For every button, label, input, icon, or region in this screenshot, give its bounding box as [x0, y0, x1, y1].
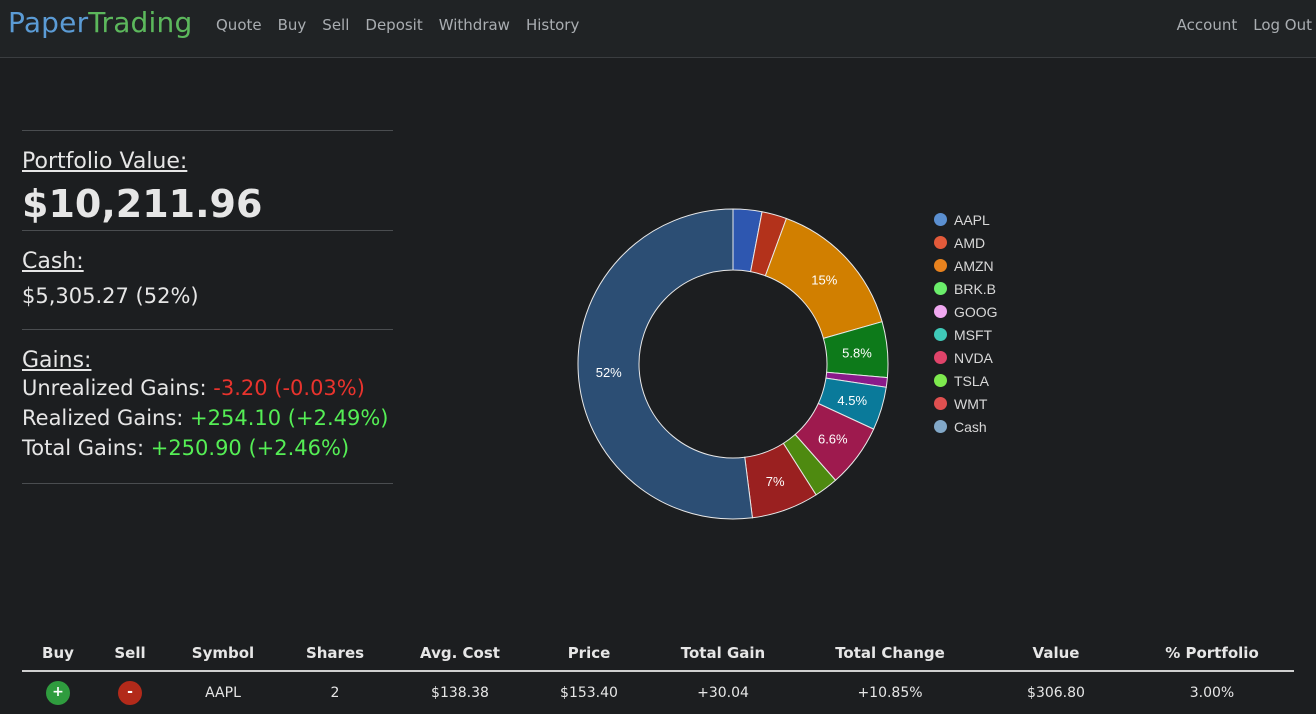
slice-label-nvda: 6.6% [818, 431, 848, 446]
legend-swatch [934, 282, 947, 295]
slice-label-wmt: 7% [766, 474, 785, 489]
legend-swatch [934, 328, 947, 341]
cash-label: Cash: [22, 249, 84, 274]
header-sell: Sell [94, 636, 166, 672]
legend-item-amzn[interactable]: AMZN [934, 254, 998, 277]
avg-cost-cell: $138.38 [431, 685, 489, 701]
slice-label-msft: 4.5% [837, 393, 867, 408]
legend-label: AMZN [954, 257, 994, 274]
unrealized-gains-row: Unrealized Gains: -3.20 (-0.03%) [22, 373, 393, 403]
legend-swatch [934, 420, 947, 433]
price-cell: $153.40 [560, 685, 618, 701]
legend-item-msft[interactable]: MSFT [934, 323, 998, 346]
shares-cell: 2 [330, 685, 340, 701]
nav-sell[interactable]: Sell [322, 16, 349, 34]
legend-label: Cash [954, 418, 987, 435]
divider [22, 483, 393, 484]
header-price: Price [530, 636, 648, 672]
legend-swatch [934, 213, 947, 226]
legend-label: WMT [954, 395, 988, 412]
slice-label-cash: 52% [596, 365, 622, 380]
portfolio-value: $10,211.96 [22, 182, 263, 226]
brand-trading: Trading [88, 6, 193, 39]
chart-legend: AAPL AMD AMZN BRK.B GOOG MSFT NVDA TSLA WMT Cash [934, 208, 998, 438]
total-gains-value: +250.90 (+2.46%) [150, 436, 350, 460]
value-cell: $306.80 [1027, 685, 1085, 701]
table-row: + - AAPL 2 $138.38 $153.40 +30.04 +10.85… [22, 671, 1294, 714]
total-gains-row: Total Gains: +250.90 (+2.46%) [22, 433, 393, 463]
total-gain-cell: +30.04 [697, 685, 749, 701]
legend-label: GOOG [954, 303, 998, 320]
nav-links: Quote Buy Sell Deposit Withdraw History [216, 16, 595, 34]
gains-label: Gains: [22, 348, 92, 373]
realized-gains-value: +254.10 (+2.49%) [190, 406, 389, 430]
cash-section: Cash: $5,305.27 (52%) [22, 231, 393, 329]
legend-swatch [934, 305, 947, 318]
holdings-table: Buy Sell Symbol Shares Avg. Cost Price T… [22, 636, 1294, 714]
cash-value: $5,305.27 (52%) [22, 284, 199, 308]
realized-gains-label: Realized Gains: [22, 406, 184, 430]
legend-item-aapl[interactable]: AAPL [934, 208, 998, 231]
unrealized-gains-value: -3.20 (-0.03%) [213, 376, 365, 400]
header-pct-portfolio: % Portfolio [1130, 636, 1294, 672]
donut-svg: 15% 5.8% 4.5% 6.6% 7% 52% [577, 208, 889, 520]
legend-label: AAPL [954, 211, 990, 228]
sell-button[interactable]: - [118, 681, 142, 705]
header-avg-cost: Avg. Cost [390, 636, 530, 672]
portfolio-value-label: Portfolio Value: [22, 149, 188, 174]
total-gains-label: Total Gains: [22, 436, 145, 460]
header-value: Value [982, 636, 1130, 672]
legend-label: AMD [954, 234, 986, 251]
legend-swatch [934, 259, 947, 272]
legend-item-brk-b[interactable]: BRK.B [934, 277, 998, 300]
buy-cell: + [22, 671, 94, 714]
legend-item-amd[interactable]: AMD [934, 231, 998, 254]
sell-cell: - [94, 671, 166, 714]
total-change-cell: +10.85% [857, 685, 923, 701]
legend-label: NVDA [954, 349, 993, 366]
legend-swatch [934, 236, 947, 249]
portfolio-summary: Portfolio Value: $10,211.96 Cash: $5,305… [22, 130, 393, 484]
legend-item-wmt[interactable]: WMT [934, 392, 998, 415]
legend-swatch [934, 351, 947, 364]
realized-gains-row: Realized Gains: +254.10 (+2.49%) [22, 403, 393, 433]
legend-swatch [934, 374, 947, 387]
legend-label: TSLA [954, 372, 990, 389]
brand-logo[interactable]: PaperTrading [8, 6, 192, 39]
gains-section: Gains: Unrealized Gains: -3.20 (-0.03%) … [22, 330, 393, 483]
legend-label: MSFT [954, 326, 993, 343]
slice-label-amzn: 15% [811, 272, 837, 287]
nav-logout[interactable]: Log Out [1253, 16, 1312, 34]
portfolio-donut-chart: 15% 5.8% 4.5% 6.6% 7% 52% [570, 200, 900, 534]
nav-history[interactable]: History [526, 16, 579, 34]
portfolio-value-section: Portfolio Value: $10,211.96 [22, 131, 393, 230]
nav-buy[interactable]: Buy [278, 16, 307, 34]
header-symbol: Symbol [166, 636, 280, 672]
symbol-cell: AAPL [205, 685, 241, 701]
brand-paper: Paper [8, 6, 89, 39]
nav-withdraw[interactable]: Withdraw [439, 16, 510, 34]
header-total-gain: Total Gain [648, 636, 798, 672]
legend-item-nvda[interactable]: NVDA [934, 346, 998, 369]
navbar: PaperTrading Quote Buy Sell Deposit With… [0, 0, 1316, 58]
nav-quote[interactable]: Quote [216, 16, 262, 34]
legend-label: BRK.B [954, 280, 997, 297]
unrealized-gains-label: Unrealized Gains: [22, 376, 207, 400]
nav-account[interactable]: Account [1177, 16, 1238, 34]
header-total-change: Total Change [798, 636, 982, 672]
header-buy: Buy [22, 636, 94, 672]
buy-button[interactable]: + [46, 681, 70, 705]
legend-item-cash[interactable]: Cash [934, 415, 998, 438]
legend-item-goog[interactable]: GOOG [934, 300, 998, 323]
nav-deposit[interactable]: Deposit [365, 16, 422, 34]
table-header-row: Buy Sell Symbol Shares Avg. Cost Price T… [22, 636, 1294, 672]
nav-right-links: Account Log Out [1161, 16, 1316, 34]
pct-portfolio-cell: 3.00% [1189, 685, 1235, 701]
legend-swatch [934, 397, 947, 410]
legend-item-tsla[interactable]: TSLA [934, 369, 998, 392]
header-shares: Shares [280, 636, 390, 672]
slice-label-brk-b: 5.8% [842, 345, 872, 360]
